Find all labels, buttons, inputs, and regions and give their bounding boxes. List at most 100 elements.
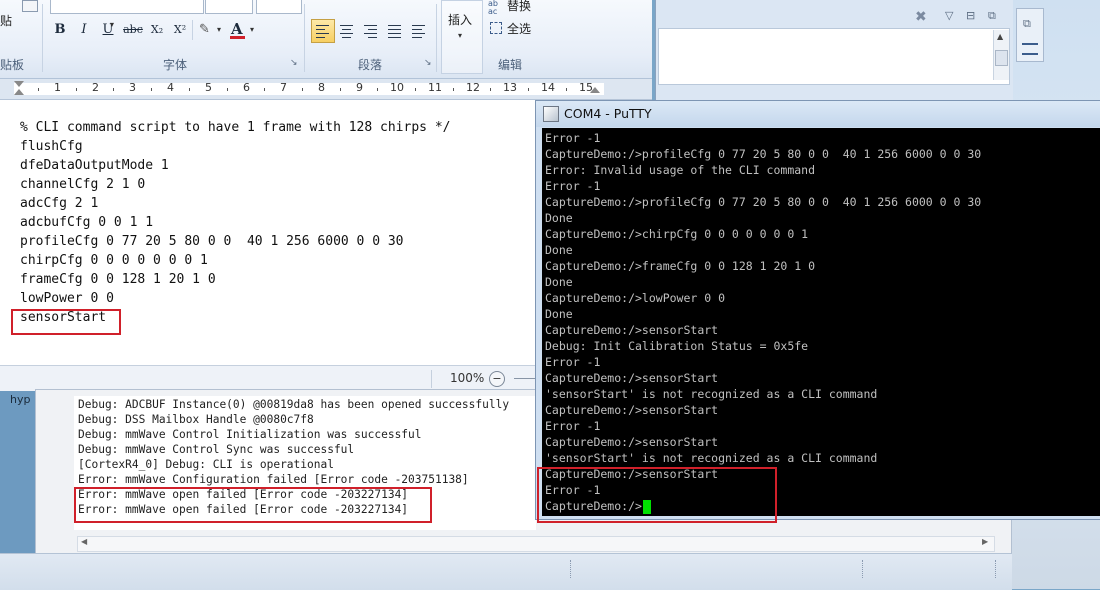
underline-button[interactable]: U: [98, 20, 118, 40]
taskbar-divider: [995, 560, 997, 578]
desktop-label: hyp: [10, 393, 31, 406]
insert-button[interactable]: 插入 ▾: [441, 0, 483, 74]
align-right-button[interactable]: [359, 19, 383, 43]
ruler-tick: [377, 88, 378, 91]
terminal-line: CaptureDemo:/>sensorStart: [545, 323, 719, 337]
replace-icon: ab ac: [488, 0, 498, 16]
zoom-out-button[interactable]: −: [489, 371, 505, 387]
font-color-swatch: [230, 36, 245, 39]
restore-icon[interactable]: ⧉: [988, 9, 996, 23]
terminal-line: 'sensorStart' is not recognized as a CLI…: [545, 387, 878, 401]
select-icon: [490, 22, 502, 34]
status-divider: [431, 370, 432, 388]
zoom-slider[interactable]: [514, 378, 537, 379]
justify-button[interactable]: [383, 19, 407, 43]
document-line[interactable]: adcCfg 2 1: [20, 196, 98, 211]
restore-icon[interactable]: ⧉: [1023, 17, 1031, 31]
console-line: Debug: ADCBUF Instance(0) @00819da8 has …: [78, 398, 510, 411]
strikethrough-button[interactable]: abc: [122, 20, 144, 40]
ruler-tick: [113, 88, 114, 91]
highlight-box-terminal: [537, 467, 777, 523]
terminal-line: CaptureDemo:/>sensorStart: [545, 403, 719, 417]
terminal-line: Error -1: [545, 131, 601, 145]
superscript-button[interactable]: X²: [170, 20, 190, 40]
document-line[interactable]: frameCfg 0 0 128 1 20 1 0: [20, 272, 216, 287]
distributed-button[interactable]: [407, 19, 431, 43]
console-line: Debug: mmWave Control Initialization was…: [78, 428, 422, 441]
side-toolbar: ⧉: [1016, 8, 1044, 62]
ruler-tick: [189, 88, 190, 91]
console-gutter: [40, 396, 72, 530]
terminal-line: CaptureDemo:/>sensorStart: [545, 435, 719, 449]
insert-dropdown-icon: ▾: [458, 31, 463, 40]
list-icon[interactable]: [1022, 43, 1038, 55]
highlighter-icon: ✎: [199, 22, 210, 37]
minimize-icon[interactable]: ⊟: [966, 9, 975, 22]
paragraph-dialog-launcher-icon[interactable]: ↘: [424, 58, 432, 68]
background-pane: [658, 28, 1010, 85]
document-line[interactable]: dfeDataOutputMode 1: [20, 158, 169, 173]
terminal-line: CaptureDemo:/>frameCfg 0 0 128 1 20 1 0: [545, 259, 816, 273]
highlight-box-sensorstart: [11, 309, 121, 335]
align-center-button[interactable]: [335, 19, 359, 43]
select-all-label: 全选: [507, 22, 532, 36]
select-all-button[interactable]: 全选: [488, 20, 536, 36]
font-size-buttons[interactable]: [256, 0, 302, 14]
close-pane-icon[interactable]: ✖: [915, 9, 927, 25]
terminal-line: Done: [545, 307, 573, 321]
ruler-number: 5: [205, 81, 212, 94]
indent-marker[interactable]: [14, 81, 24, 97]
ruler-number: 9: [356, 81, 363, 94]
document-line[interactable]: channelCfg 2 1 0: [20, 177, 145, 192]
replace-label: 替换: [507, 0, 532, 13]
format-painter-icon[interactable]: [22, 0, 38, 12]
document-line[interactable]: adcbufCfg 0 0 1 1: [20, 215, 153, 230]
edit-group-label: 编辑: [498, 58, 523, 72]
putty-titlebar[interactable]: COM4 - PuTTY: [536, 101, 1100, 127]
bold-button[interactable]: B: [50, 20, 70, 40]
ruler-tick: [340, 88, 341, 91]
vertical-scrollbar[interactable]: ▲: [993, 30, 1009, 80]
taskbar-divider: [862, 560, 864, 578]
group-divider: [304, 4, 305, 72]
ruler-tick: [76, 88, 77, 91]
replace-button[interactable]: ab ac 替换: [488, 0, 536, 16]
horizontal-scrollbar[interactable]: ◀ ▶: [77, 536, 995, 552]
document-line[interactable]: chirpCfg 0 0 0 0 0 0 0 1: [20, 253, 208, 268]
scroll-right-icon[interactable]: ▶: [982, 537, 988, 546]
ruler-tick: [151, 88, 152, 91]
font-size-combo[interactable]: [205, 0, 253, 14]
font-dialog-launcher-icon[interactable]: ↘: [290, 58, 298, 68]
ruler-number: 4: [167, 81, 174, 94]
console-line: Debug: DSS Mailbox Handle @0080c7f8: [78, 413, 314, 426]
terminal-line: Error -1: [545, 355, 601, 369]
highlight-box-errors: [74, 487, 432, 523]
terminal-line: CaptureDemo:/>profileCfg 0 77 20 5 80 0 …: [545, 147, 982, 161]
paste-label[interactable]: 贴: [0, 12, 12, 29]
document-line[interactable]: % CLI command script to have 1 frame wit…: [20, 120, 450, 135]
terminal-line: CaptureDemo:/>lowPower 0 0: [545, 291, 726, 305]
highlight-color-button[interactable]: ✎ ▾: [197, 20, 229, 40]
terminal-line: 'sensorStart' is not recognized as a CLI…: [545, 451, 878, 465]
scroll-thumb[interactable]: [995, 50, 1008, 66]
underline-dropdown-icon[interactable]: ▾: [110, 20, 114, 29]
right-indent-marker[interactable]: [590, 83, 600, 95]
align-left-button[interactable]: [311, 19, 335, 43]
dropdown-icon[interactable]: ▽: [945, 9, 953, 22]
italic-button[interactable]: I: [74, 20, 94, 40]
scroll-left-icon[interactable]: ◀: [81, 537, 87, 546]
terminal-line: CaptureDemo:/>profileCfg 0 77 20 5 80 0 …: [545, 195, 982, 209]
document-line[interactable]: lowPower 0 0: [20, 291, 114, 306]
document-line[interactable]: flushCfg: [20, 139, 83, 154]
font-color-button[interactable]: A ▾: [229, 20, 261, 40]
taskbar-divider: [570, 560, 572, 578]
document-line[interactable]: profileCfg 0 77 20 5 80 0 0 40 1 256 600…: [20, 234, 404, 249]
subscript-button[interactable]: X₂: [147, 20, 167, 40]
zoom-level: 100%: [450, 371, 485, 385]
putty-title: COM4 - PuTTY: [564, 106, 652, 121]
ruler-tick: [453, 88, 454, 91]
scroll-up-icon[interactable]: ▲: [997, 32, 1003, 41]
highlight-dropdown-icon: ▾: [217, 25, 222, 34]
font-name-combo[interactable]: [50, 0, 204, 14]
ruler-number: 12: [466, 81, 480, 94]
